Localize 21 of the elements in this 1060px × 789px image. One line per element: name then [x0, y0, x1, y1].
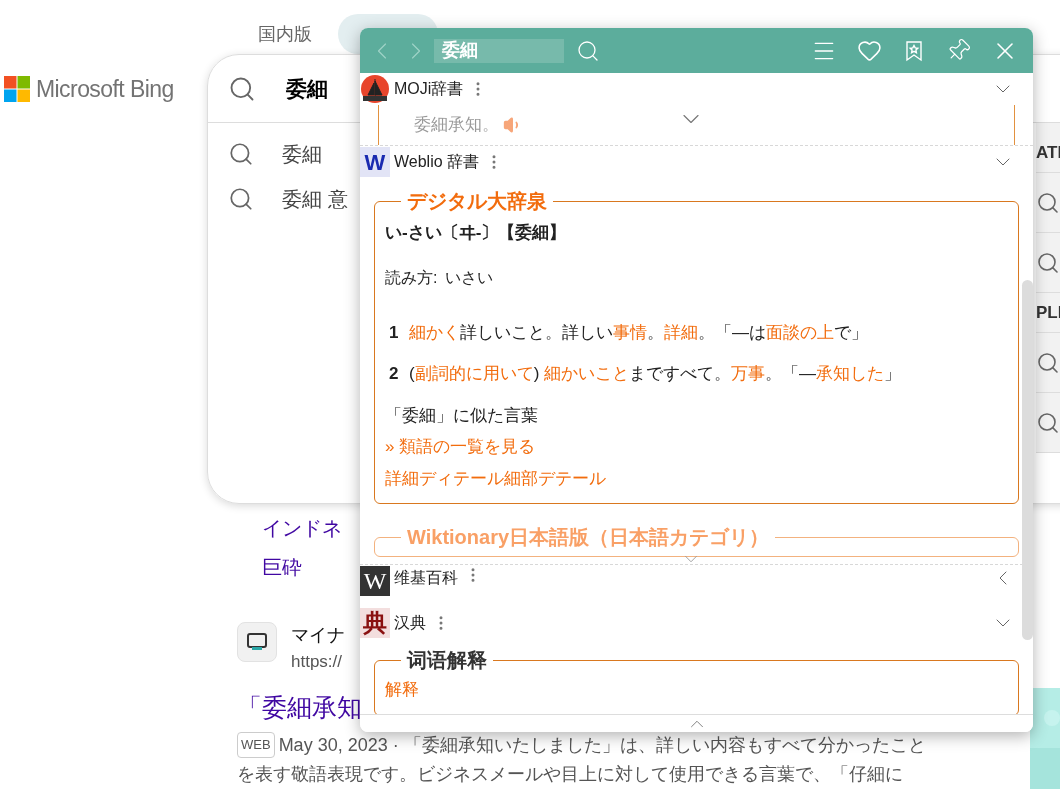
site-url: https:// [291, 651, 344, 673]
logo-text: Microsoft Bing [36, 74, 174, 104]
section-title: Wiktionary日本語版（日本語カテゴリ） [406, 526, 771, 548]
snippet-text: May 30, 2023 · 「委細承知いたしました」は、詳しい内容もすべて分かったこと [278, 734, 926, 757]
sense-number: 2 [389, 363, 400, 385]
reading-text: いさい [445, 267, 494, 288]
section-title: 词语解释 [405, 649, 488, 671]
weblio-logo-icon: W [360, 147, 390, 177]
sense-number: 1 [389, 321, 400, 344]
example-sentence: 委細承知。 [414, 114, 499, 137]
definition-text: (副詞的に用いて) 細かいこと まですべて。万事。「—承知した」 [409, 363, 902, 385]
site-name: マイナ [291, 624, 345, 647]
similar-words-heading: 「委細」に似た言葉 [385, 404, 539, 427]
wiki-logo-icon: W [360, 566, 390, 596]
web-badge: WEB [237, 732, 275, 758]
snippet-text: を表す敬語表現です。ビジネスメールや目上に対して使用できる言葉で、「仔細に [237, 763, 904, 786]
handian-logo-icon: 典 [360, 608, 390, 638]
definition-text: 細かく 詳しいこと。詳しい事情。詳細。「—は面談の上で」 [409, 321, 868, 344]
section-title: デジタル大辞泉 [406, 190, 548, 212]
reading-label: 読み方: [385, 267, 438, 288]
headword: い-さい〔ヰ-〕【委細】 [385, 222, 568, 244]
